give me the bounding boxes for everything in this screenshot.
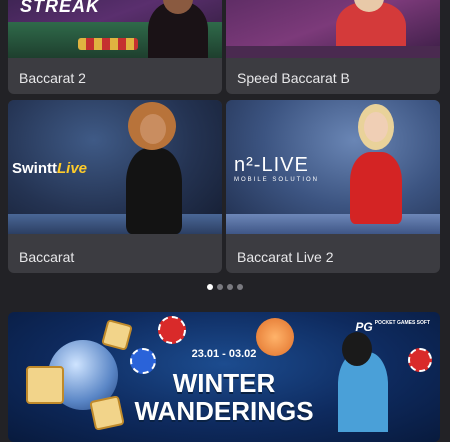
- provider-logo: SwinttLive: [12, 160, 88, 177]
- promo-title-line-2: WANDERINGS: [134, 396, 314, 426]
- game-thumbnail: [226, 0, 440, 58]
- game-card-baccarat-live-2[interactable]: n²-LIVE MOBILE SOLUTION Baccarat Live 2: [226, 100, 440, 273]
- game-title: Baccarat: [19, 249, 75, 265]
- promo-date-range: 23.01 - 03.02: [191, 348, 257, 360]
- game-thumbnail: SwinttLive: [8, 100, 222, 234]
- promo-title: WINTER WANDERINGS: [8, 370, 440, 426]
- pagination-dot-2[interactable]: [217, 284, 223, 290]
- dice-graphic: [101, 319, 133, 351]
- promo-title-line-1: WINTER: [172, 368, 276, 398]
- chip-icon: [158, 316, 186, 344]
- pg-logo: PG POCKET GAMES SOFT: [355, 320, 430, 334]
- table-graphic: [226, 46, 440, 58]
- game-title: Baccarat 2: [19, 70, 86, 86]
- game-title: Baccarat Live 2: [237, 249, 334, 265]
- promo-banner[interactable]: PG POCKET GAMES SOFT 23.01 - 03.02 WINTER…: [8, 312, 440, 442]
- pagination-dot-1[interactable]: [207, 284, 213, 290]
- game-thumbnail: n²-LIVE MOBILE SOLUTION: [226, 100, 440, 234]
- dealer-figure: [126, 148, 182, 234]
- dealer-head: [140, 114, 166, 144]
- pagination-dot-3[interactable]: [227, 284, 233, 290]
- carousel-pagination: [0, 284, 450, 292]
- game-card-baccarat-2[interactable]: STREAK Baccarat 2: [8, 0, 222, 94]
- game-card-baccarat[interactable]: SwinttLive Baccarat: [8, 100, 222, 273]
- game-thumbnail: STREAK: [8, 0, 222, 58]
- dealer-figure: [350, 152, 402, 224]
- table-graphic: [8, 214, 222, 234]
- pagination-dot-4[interactable]: [237, 284, 243, 290]
- game-card-speed-baccarat-b[interactable]: Speed Baccarat B: [226, 0, 440, 94]
- dealer-head: [364, 112, 388, 142]
- table-graphic: [226, 214, 440, 234]
- chips-graphic: [78, 38, 138, 50]
- game-title: Speed Baccarat B: [237, 70, 350, 86]
- thumbnail-banner-text: STREAK: [20, 0, 101, 16]
- provider-logo: n²-LIVE MOBILE SOLUTION: [234, 154, 320, 183]
